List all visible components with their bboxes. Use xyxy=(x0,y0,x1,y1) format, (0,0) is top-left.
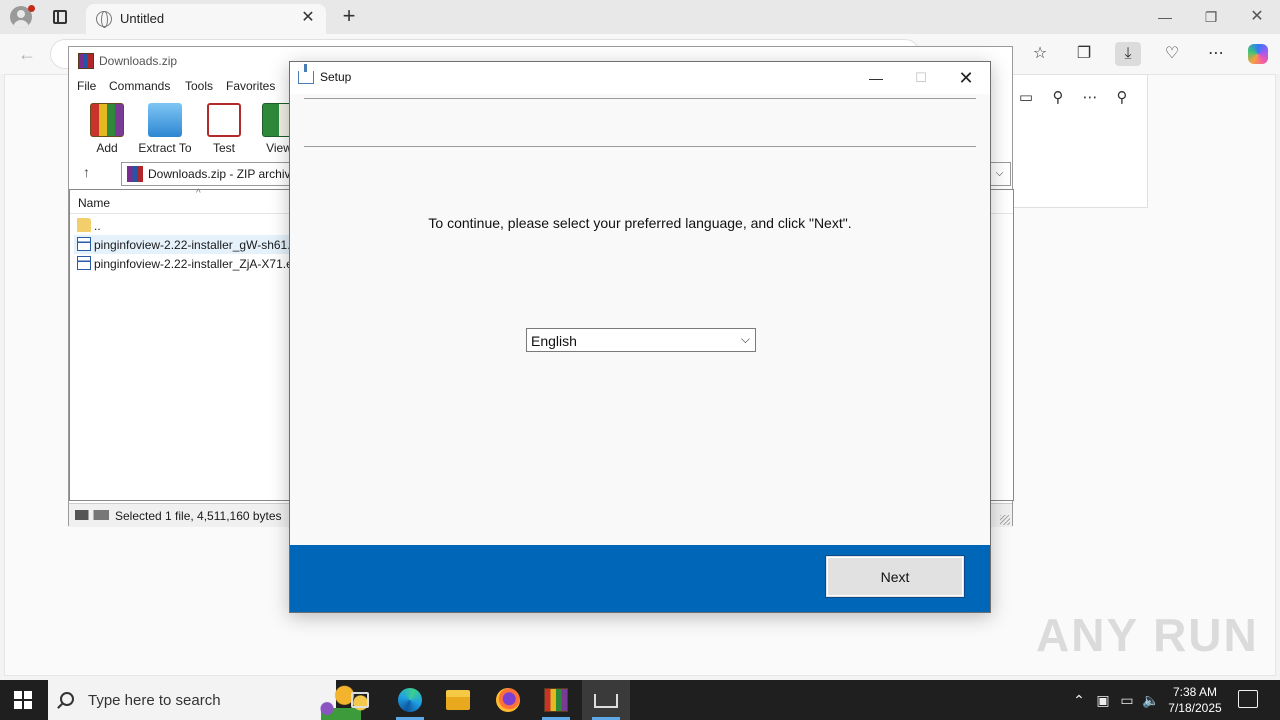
list-item-label: pinginfoview-2.22-installer_ZjA-X71.exe xyxy=(94,257,304,271)
taskbar-edge[interactable] xyxy=(386,680,434,720)
taskbar-file-explorer[interactable] xyxy=(434,680,482,720)
taskbar-winrar[interactable] xyxy=(532,680,580,720)
setup-close-button[interactable]: ✕ xyxy=(951,66,981,90)
setup-title-bar: Setup — ☐ ✕ xyxy=(290,62,990,94)
drive-icon xyxy=(75,510,109,520)
test-label: Test xyxy=(212,141,235,155)
menu-tools[interactable]: Tools xyxy=(185,79,213,93)
tab-close-icon[interactable]: ✕ xyxy=(298,8,318,28)
extract-to-label: Extract To xyxy=(138,141,192,155)
extract-to-button[interactable]: Extract To xyxy=(137,103,193,155)
open-folder-icon[interactable]: ▭ xyxy=(1015,87,1037,109)
notification-center-icon[interactable] xyxy=(1238,690,1258,708)
setup-dialog: Setup — ☐ ✕ To continue, please select y… xyxy=(289,61,991,613)
chevron-down-icon: ⌵ xyxy=(740,332,750,346)
test-button[interactable]: Test xyxy=(196,103,252,155)
firefox-icon xyxy=(496,688,520,712)
windows-start-icon[interactable] xyxy=(14,691,32,709)
winrar-icon xyxy=(544,688,568,712)
setup-footer: Next xyxy=(290,545,990,612)
language-value: English xyxy=(531,333,577,349)
meet-now-icon[interactable]: ▣ xyxy=(1094,691,1112,709)
taskbar-search-box[interactable]: Type here to search xyxy=(48,680,376,720)
installer-icon xyxy=(594,694,618,708)
exe-file-icon xyxy=(77,256,91,270)
collections-icon[interactable]: ❐ xyxy=(1071,42,1097,66)
folder-icon xyxy=(77,218,91,232)
next-button[interactable]: Next xyxy=(825,555,965,598)
add-label: Add xyxy=(96,141,118,155)
browser-tab-bar: Untitled ✕ + — ❐ ✕ xyxy=(0,0,1280,34)
extract-folder-icon xyxy=(148,103,182,137)
installer-icon xyxy=(298,64,314,84)
chevron-down-icon[interactable]: ⌵ xyxy=(990,165,1008,183)
tab-untitled[interactable]: Untitled ✕ xyxy=(86,4,326,34)
new-tab-button[interactable]: + xyxy=(338,3,360,29)
browser-minimize-button[interactable]: — xyxy=(1150,6,1180,28)
list-item-label: pinginfoview-2.22-installer_gW-sh61.exe xyxy=(94,238,304,252)
downloads-panel: ▭ ⚲ ⋯ ⚲ xyxy=(1012,74,1148,208)
divider xyxy=(304,98,976,99)
search-icon xyxy=(60,692,74,706)
back-button[interactable]: ← xyxy=(14,42,40,66)
setup-minimize-button[interactable]: — xyxy=(861,66,891,90)
windows-taskbar: Type here to search ⌃ ▣ ▭ 🔈 7:38 AM 7/18… xyxy=(0,680,1280,720)
edge-icon xyxy=(398,688,422,712)
task-view-button[interactable] xyxy=(336,680,384,720)
system-clock[interactable]: 7:38 AM 7/18/2025 xyxy=(1162,684,1228,716)
resize-grip-icon[interactable] xyxy=(1000,515,1010,525)
globe-icon xyxy=(96,11,112,28)
clock-date: 7/18/2025 xyxy=(1168,701,1222,715)
downloads-icon[interactable]: ⤓ xyxy=(1115,42,1141,66)
sort-ascending-icon: ^ xyxy=(196,188,201,199)
add-archive-icon xyxy=(90,103,124,137)
tab-actions-icon[interactable] xyxy=(53,10,67,24)
list-item[interactable]: .. xyxy=(74,216,304,235)
setup-message: To continue, please select your preferre… xyxy=(428,215,852,231)
favorites-icon[interactable]: ☆ xyxy=(1027,42,1053,66)
up-folder-icon[interactable]: ↑ xyxy=(83,164,90,180)
task-view-icon xyxy=(351,692,369,708)
volume-icon[interactable]: 🔈 xyxy=(1142,691,1160,709)
archive-path-text: Downloads.zip - ZIP archive xyxy=(148,167,298,181)
setup-maximize-button: ☐ xyxy=(915,70,927,85)
search-placeholder: Type here to search xyxy=(88,692,221,709)
list-item-label: .. xyxy=(94,219,101,233)
list-item[interactable]: pinginfoview-2.22-installer_ZjA-X71.exe xyxy=(74,254,304,273)
watermark-logo: ANY RUN xyxy=(1036,609,1259,661)
exe-file-icon xyxy=(77,237,91,251)
menu-favorites[interactable]: Favorites xyxy=(226,79,275,93)
show-hidden-icons-chevron-icon[interactable]: ⌃ xyxy=(1070,691,1088,709)
setup-title: Setup xyxy=(320,70,352,84)
column-name-label: Name xyxy=(78,196,111,210)
winrar-logo-icon xyxy=(78,53,94,69)
zip-archive-icon xyxy=(127,166,143,182)
menu-file[interactable]: File xyxy=(77,79,96,93)
network-icon[interactable]: ▭ xyxy=(1118,691,1136,709)
browser-close-button[interactable]: ✕ xyxy=(1242,6,1272,28)
list-item[interactable]: pinginfoview-2.22-installer_gW-sh61.exe xyxy=(74,235,304,254)
tab-title: Untitled xyxy=(120,11,165,26)
status-text: Selected 1 file, 4,511,160 bytes xyxy=(115,509,282,523)
file-explorer-icon xyxy=(446,690,470,710)
taskbar-setup[interactable] xyxy=(582,680,630,720)
browser-maximize-button[interactable]: ❐ xyxy=(1196,6,1226,28)
menu-commands[interactable]: Commands xyxy=(109,79,170,93)
search-icon[interactable]: ⚲ xyxy=(1047,87,1069,109)
taskbar-firefox[interactable] xyxy=(484,680,532,720)
test-checklist-icon xyxy=(207,103,241,137)
divider xyxy=(304,146,976,147)
winrar-title: Downloads.zip xyxy=(99,54,178,68)
pin-icon[interactable]: ⚲ xyxy=(1111,87,1133,109)
more-options-icon[interactable]: ⋯ xyxy=(1203,42,1229,66)
browser-essentials-icon[interactable]: ♡ xyxy=(1159,42,1185,66)
add-button[interactable]: Add xyxy=(79,103,135,155)
copilot-icon[interactable] xyxy=(1248,44,1268,64)
language-select[interactable]: English ⌵ xyxy=(526,328,756,352)
more-icon[interactable]: ⋯ xyxy=(1079,87,1101,109)
clock-time: 7:38 AM xyxy=(1172,685,1218,699)
notification-dot-icon xyxy=(28,5,35,12)
